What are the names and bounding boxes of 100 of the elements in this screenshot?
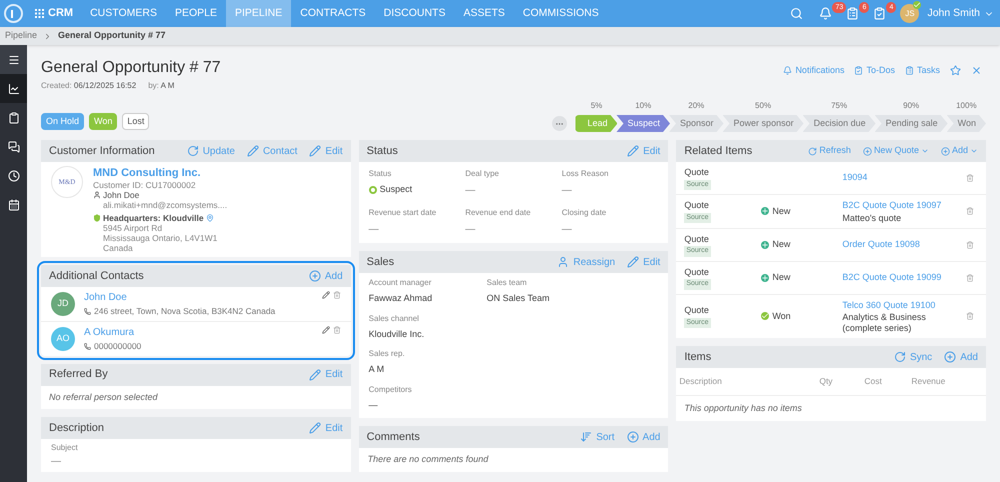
logo-icon[interactable] — [4, 4, 23, 23]
item-link[interactable]: Order Quote 19098 — [842, 238, 954, 252]
status-ring-icon — [368, 186, 377, 194]
action-icon — [894, 351, 906, 363]
pipeline-stage[interactable]: Suspect — [616, 115, 670, 132]
card-title: Customer Information — [49, 144, 155, 159]
header-action-link[interactable]: Add — [944, 350, 978, 364]
header-action-link[interactable]: Add — [308, 268, 343, 284]
header-action-link[interactable]: To-Dos — [854, 64, 895, 78]
nav-tab[interactable]: ASSETS — [454, 0, 514, 27]
field-label: Closing date — [562, 207, 608, 219]
search-icon[interactable] — [790, 7, 804, 20]
stage-percent: 5% — [590, 100, 602, 112]
star-icon[interactable] — [950, 65, 961, 76]
card-title: Referred By — [49, 367, 108, 382]
trash-icon[interactable] — [966, 312, 974, 320]
pipeline-stage[interactable]: Decision due — [802, 115, 876, 132]
status-button[interactable]: Lost — [122, 113, 150, 130]
card-title: Related Items — [684, 144, 752, 159]
header-action-link[interactable]: Add — [940, 144, 978, 158]
field-value: — — [465, 223, 476, 237]
page-title: General Opportunity # 77 — [41, 58, 221, 78]
header-action-link[interactable]: New Quote — [862, 144, 929, 158]
action-icon — [309, 422, 322, 434]
person-name-link[interactable]: A Okumura — [84, 324, 134, 340]
phone-icon — [84, 308, 91, 315]
header-action-link[interactable]: Add — [626, 430, 660, 444]
trash-icon[interactable] — [966, 274, 974, 282]
item-link[interactable]: 19094 — [842, 171, 954, 185]
trash-icon[interactable] — [966, 174, 974, 182]
clipboard-icon — [873, 7, 886, 20]
action-icon — [557, 256, 570, 268]
sidebar-button[interactable] — [0, 45, 27, 74]
header-action-link[interactable]: Reassign — [557, 254, 616, 270]
header-action-link[interactable]: Edit — [627, 144, 660, 158]
person-name-link[interactable]: John Doe — [84, 290, 127, 305]
contact-email: ali.mikati+mnd@zcomsystems.... — [102, 200, 228, 210]
header-action-link[interactable]: Edit — [627, 254, 660, 270]
person-icon — [93, 191, 101, 199]
field-label: Competitors — [368, 384, 413, 396]
header-action-link[interactable]: Sort — [580, 430, 615, 444]
stage-percent: 10% — [635, 100, 652, 112]
status-button[interactable]: Won — [89, 113, 118, 130]
item-link[interactable]: B2C Quote Quote 19099 — [842, 270, 954, 284]
pipeline-stage[interactable]: Lead — [575, 115, 618, 132]
header-action-link[interactable]: Sync — [894, 350, 932, 364]
status-button[interactable]: On Hold — [41, 113, 84, 130]
header-action-link[interactable]: Tasks — [904, 64, 940, 78]
nav-tab[interactable]: DISCOUNTS — [374, 0, 454, 27]
refresh-icon — [808, 146, 818, 156]
app-menu[interactable]: CRM — [27, 5, 82, 22]
nav-tab[interactable]: PIPELINE — [226, 0, 292, 27]
item-type: Quote — [684, 166, 709, 179]
header-action-link[interactable]: Contact — [246, 144, 298, 158]
field-label: Revenue start date — [368, 207, 438, 219]
stage-percent: 90% — [903, 100, 920, 112]
header-action-link[interactable]: Notifications — [783, 64, 844, 78]
sidebar-button[interactable] — [0, 74, 27, 103]
pipeline-stage[interactable]: Power sponsor — [722, 115, 804, 132]
pencil-icon[interactable] — [322, 291, 330, 299]
field-label: Loss Reason — [562, 168, 610, 180]
trash-icon[interactable] — [966, 207, 974, 216]
item-type: Quote — [684, 199, 709, 212]
header-action-link[interactable]: Edit — [309, 420, 343, 436]
trash-icon[interactable] — [966, 240, 974, 248]
nav-tab[interactable]: PEOPLE — [166, 0, 226, 27]
caret-icon — [920, 147, 929, 155]
notification-button[interactable] — [873, 7, 886, 20]
online-check-icon — [913, 1, 922, 9]
grid-icon — [35, 9, 44, 18]
header-action-link[interactable]: Update — [186, 144, 235, 158]
contact-detail: 0000000000 — [94, 340, 142, 352]
header-action-link[interactable]: Refresh — [808, 144, 851, 158]
pipeline-stage[interactable]: Sponsor — [669, 115, 724, 132]
field-value: — — [562, 223, 573, 237]
address-line: Canada — [102, 243, 134, 253]
clipboard-icon — [904, 66, 914, 76]
notification-button[interactable] — [819, 7, 832, 20]
nav-tab[interactable]: CUSTOMERS — [81, 0, 166, 27]
item-link[interactable]: B2C Quote Quote 19097 — [842, 199, 954, 212]
item-link[interactable]: Telco 360 Quote 19100 — [842, 298, 954, 312]
column-header: Description — [679, 375, 723, 388]
pipeline-stage[interactable]: Won — [946, 115, 986, 132]
pipeline-stage[interactable]: Pending sale — [874, 115, 948, 132]
company-link[interactable]: MND Consulting Inc. — [93, 166, 228, 180]
nav-tab[interactable]: CONTRACTS — [291, 0, 375, 27]
card-title: Items — [684, 350, 712, 365]
action-icon — [627, 256, 640, 268]
map-pin-icon[interactable] — [206, 214, 214, 222]
item-type: Quote — [684, 232, 709, 246]
more-button[interactable] — [552, 116, 568, 131]
header-action-link[interactable]: Edit — [309, 144, 343, 158]
notification-button[interactable] — [846, 7, 860, 20]
nav-tab[interactable]: COMMISSIONS — [514, 0, 608, 27]
user-menu[interactable]: John Smith — [927, 6, 994, 22]
close-icon[interactable] — [971, 65, 982, 76]
breadcrumb-link[interactable]: Pipeline — [5, 29, 38, 43]
header-action-link[interactable]: Edit — [309, 367, 343, 382]
user-avatar[interactable]: JS — [900, 4, 920, 23]
pencil-icon[interactable] — [322, 326, 330, 334]
